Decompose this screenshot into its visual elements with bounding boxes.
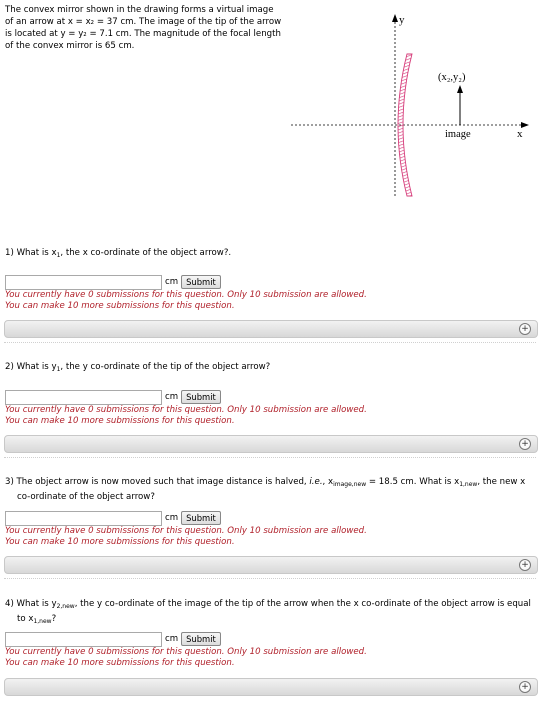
image-label: image bbox=[445, 129, 471, 140]
status-line: You currently have 0 submissions for thi… bbox=[5, 405, 367, 415]
answer-row-1: cm Submit bbox=[5, 274, 221, 290]
hint-bar-2[interactable]: + bbox=[4, 435, 538, 453]
submission-status-2: You currently have 0 submissions for thi… bbox=[5, 405, 367, 427]
question-text: What is y1, the y co-ordinate of the tip… bbox=[16, 362, 271, 373]
answer-input-1[interactable] bbox=[5, 274, 162, 290]
divider bbox=[4, 342, 536, 343]
plus-circle-icon[interactable]: + bbox=[519, 681, 531, 693]
mirror-diagram: y x (x₂,y₂) image bbox=[291, 14, 529, 197]
submit-button-4[interactable]: Submit bbox=[181, 632, 221, 646]
answer-row-4: cm Submit bbox=[5, 631, 221, 647]
question-2: 2) What is y1, the y co-ordinate of the … bbox=[5, 361, 535, 376]
question-3: 3) The object arrow is now moved such th… bbox=[5, 476, 535, 503]
unit-label: cm bbox=[165, 634, 179, 644]
status-line: You currently have 0 submissions for thi… bbox=[5, 290, 367, 300]
hint-bar-4[interactable]: + bbox=[4, 678, 538, 696]
submission-status-4: You currently have 0 submissions for thi… bbox=[5, 647, 367, 669]
problem-line: is located at y = y₂ = 7.1 cm. The magni… bbox=[5, 29, 281, 39]
plus-circle-icon[interactable]: + bbox=[519, 438, 531, 450]
divider bbox=[4, 578, 536, 579]
submit-button-3[interactable]: Submit bbox=[181, 511, 221, 525]
problem-line: of an arrow at x = x₂ = 37 cm. The image… bbox=[5, 17, 282, 27]
question-4: 4) What is y2,new, the y co-ordinate of … bbox=[5, 598, 535, 628]
problem-line: of the convex mirror is 65 cm. bbox=[5, 41, 135, 51]
divider bbox=[4, 457, 536, 458]
question-text: What is x1, the x co-ordinate of the obj… bbox=[16, 248, 232, 259]
answer-row-3: cm Submit bbox=[5, 510, 221, 526]
question-text: 4) What is y2,new, the y co-ordinate of … bbox=[5, 599, 531, 625]
question-1: 1) What is x1, the x co-ordinate of the … bbox=[5, 247, 535, 262]
question-number: 2) bbox=[5, 362, 14, 372]
x-axis-label: x bbox=[517, 128, 523, 140]
status-line: You currently have 0 submissions for thi… bbox=[5, 526, 367, 536]
question-text: 3) The object arrow is now moved such th… bbox=[5, 477, 526, 502]
problem-line: The convex mirror shown in the drawing f… bbox=[5, 5, 274, 15]
answer-row-2: cm Submit bbox=[5, 389, 221, 405]
unit-label: cm bbox=[165, 513, 179, 523]
image-tip-label: (x₂,y₂) bbox=[438, 72, 466, 83]
plus-circle-icon[interactable]: + bbox=[519, 559, 531, 571]
submit-button-1[interactable]: Submit bbox=[181, 275, 221, 289]
status-line: You currently have 0 submissions for thi… bbox=[5, 647, 367, 657]
status-line: You can make 10 more submissions for thi… bbox=[5, 537, 235, 547]
problem-statement: The convex mirror shown in the drawing f… bbox=[5, 4, 290, 52]
submission-status-1: You currently have 0 submissions for thi… bbox=[5, 290, 367, 312]
y-axis-arrowhead bbox=[392, 14, 398, 22]
hint-bar-3[interactable]: + bbox=[4, 556, 538, 574]
image-arrowhead bbox=[457, 85, 463, 93]
answer-input-3[interactable] bbox=[5, 510, 162, 526]
answer-input-2[interactable] bbox=[5, 389, 162, 405]
status-line: You can make 10 more submissions for thi… bbox=[5, 658, 235, 668]
question-number: 1) bbox=[5, 248, 14, 258]
plus-circle-icon[interactable]: + bbox=[519, 323, 531, 335]
submission-status-3: You currently have 0 submissions for thi… bbox=[5, 526, 367, 548]
status-line: You can make 10 more submissions for thi… bbox=[5, 416, 235, 426]
answer-input-4[interactable] bbox=[5, 631, 162, 647]
submit-button-2[interactable]: Submit bbox=[181, 390, 221, 404]
unit-label: cm bbox=[165, 392, 179, 402]
hint-bar-1[interactable]: + bbox=[4, 320, 538, 338]
y-axis-label: y bbox=[399, 14, 405, 26]
unit-label: cm bbox=[165, 277, 179, 287]
status-line: You can make 10 more submissions for thi… bbox=[5, 301, 235, 311]
